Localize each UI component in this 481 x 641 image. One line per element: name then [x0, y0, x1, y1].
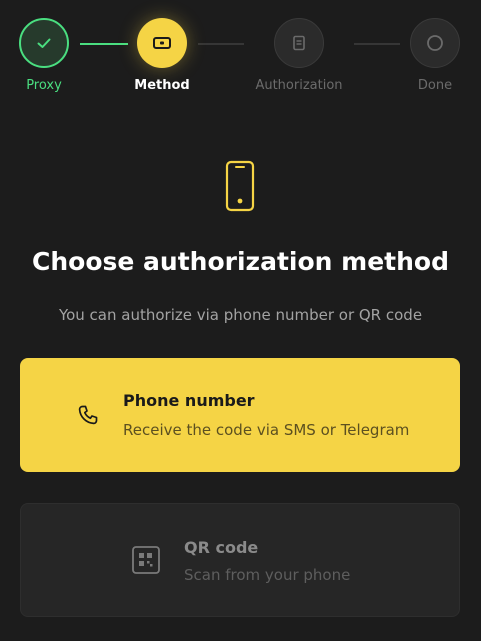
step-done-circle — [410, 18, 460, 68]
phone-number-option-title: Phone number — [123, 391, 255, 410]
phone-number-option[interactable]: Phone number Receive the code via SMS or… — [20, 358, 460, 472]
qr-code-icon — [132, 546, 160, 574]
step-done-label: Done — [417, 78, 453, 93]
step-authorization-label: Authorization — [255, 78, 343, 93]
phone-number-option-description: Receive the code via SMS or Telegram — [123, 421, 410, 439]
step-proxy-label: Proxy — [26, 78, 62, 93]
phone-call-icon — [78, 405, 98, 425]
method-icon — [153, 37, 171, 49]
step-authorization-circle — [274, 18, 324, 68]
step-proxy[interactable]: Proxy — [0, 18, 99, 94]
check-icon — [37, 38, 51, 48]
step-method-label: Method — [134, 78, 190, 93]
step-done[interactable]: Done — [380, 18, 481, 94]
qr-code-option-description: Scan from your phone — [184, 566, 351, 584]
step-authorization[interactable]: Authorization — [244, 18, 354, 94]
circle-icon — [427, 35, 443, 51]
stepper: Proxy Method Authorization Done — [0, 0, 481, 110]
phone-device-icon — [225, 160, 255, 212]
step-method-circle — [137, 18, 187, 68]
auth-method-page: Proxy Method Authorization Done Choose a… — [0, 0, 481, 641]
qr-code-option[interactable]: QR code Scan from your phone — [20, 503, 460, 617]
page-subtitle: You can authorize via phone number or QR… — [58, 306, 423, 324]
step-method[interactable]: Method — [107, 18, 217, 94]
step-proxy-circle — [19, 18, 69, 68]
page-title: Choose authorization method — [32, 247, 449, 276]
document-icon — [293, 35, 305, 51]
qr-code-option-title: QR code — [184, 538, 259, 557]
